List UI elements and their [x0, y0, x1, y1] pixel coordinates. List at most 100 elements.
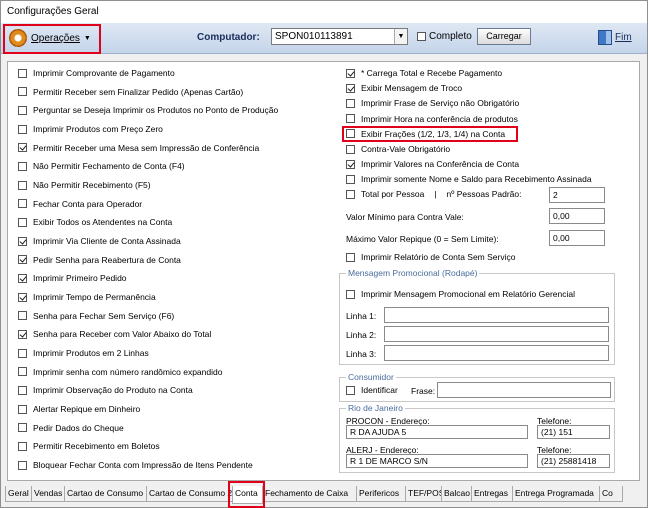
- option-pedir-senha-para-reabertura-de-conta[interactable]: Pedir Senha para Reabertura de Conta: [18, 255, 181, 265]
- option-imprimir-produtos-com-preco-zero[interactable]: Imprimir Produtos com Preço Zero: [18, 124, 163, 134]
- valor-minimo-input[interactable]: 0,00: [549, 208, 605, 224]
- tab-entregas[interactable]: Entregas: [471, 486, 513, 502]
- procon-input[interactable]: R DA AJUDA 5: [346, 425, 528, 439]
- option-permitir-receber-uma-mesa-sem-impressao-de-conferencia[interactable]: Permitir Receber uma Mesa sem Impressão …: [18, 143, 259, 153]
- checkbox[interactable]: [18, 217, 27, 227]
- option-imprimir-hora-na-conferencia-de-produtos[interactable]: Imprimir Hora na conferência de produtos: [346, 114, 518, 124]
- tab-co[interactable]: Co: [599, 486, 623, 502]
- option-senha-para-fechar-sem-servico-f6[interactable]: Senha para Fechar Sem Serviço (F6): [18, 311, 174, 321]
- checkbox[interactable]: [346, 68, 355, 78]
- tab-cartao-de-consumo[interactable]: Cartao de Consumo: [64, 486, 147, 502]
- fim-button[interactable]: Fim: [598, 30, 632, 45]
- window-title: Configurações Geral: [7, 6, 99, 17]
- tab-balcao[interactable]: Balcao: [441, 486, 472, 502]
- option-label: Imprimir Tempo de Permanência: [33, 292, 156, 303]
- checkbox[interactable]: [346, 83, 355, 93]
- checkbox[interactable]: [18, 143, 27, 153]
- checkbox[interactable]: [18, 87, 27, 97]
- checkbox[interactable]: [346, 174, 355, 184]
- option-permitir-receber-sem-finalizar-pedido-apenas-cartao[interactable]: Permitir Receber sem Finalizar Pedido (A…: [18, 87, 243, 97]
- separator: |: [434, 189, 437, 199]
- option-contra-vale-obrigatorio[interactable]: Contra-Vale Obrigatório: [346, 144, 450, 154]
- option-imprimir-produtos-em-2-linhas[interactable]: Imprimir Produtos em 2 Linhas: [18, 348, 149, 358]
- checkbox[interactable]: [18, 441, 27, 451]
- checkbox[interactable]: [346, 144, 355, 154]
- option-permitir-recebimento-em-boletos[interactable]: Permitir Recebimento em Boletos: [18, 441, 160, 451]
- checkbox[interactable]: [346, 98, 355, 108]
- checkbox[interactable]: [18, 161, 27, 171]
- checkbox[interactable]: [18, 404, 27, 414]
- checkbox[interactable]: [18, 329, 27, 339]
- checkbox[interactable]: [18, 124, 27, 134]
- checkbox[interactable]: [346, 114, 355, 124]
- checkbox[interactable]: [18, 292, 27, 302]
- tab-fechamento-de-caixa[interactable]: Fechamento de Caixa: [262, 486, 357, 502]
- tab-cartao-de-consumo-2[interactable]: Cartao de Consumo 2: [146, 486, 233, 502]
- relatorio-sem-servico-checkbox[interactable]: [346, 252, 355, 262]
- checkbox[interactable]: [18, 460, 27, 470]
- checkbox[interactable]: [18, 385, 27, 395]
- option-imprimir-observacao-do-produto-na-conta[interactable]: Imprimir Observação do Produto na Conta: [18, 385, 193, 395]
- option-nao-permitir-fechamento-de-conta-f4[interactable]: Não Permitir Fechamento de Conta (F4): [18, 161, 185, 171]
- identificar-checkbox[interactable]: [346, 385, 355, 395]
- option-label: Bloquear Fechar Conta com Impressão de I…: [33, 460, 253, 471]
- frase-input[interactable]: [437, 382, 611, 398]
- option-bloquear-fechar-conta-com-impressao-de-itens-pendente[interactable]: Bloquear Fechar Conta com Impressão de I…: [18, 460, 253, 470]
- checkbox[interactable]: [18, 255, 27, 265]
- linha3-input[interactable]: [384, 345, 609, 361]
- identificar-option[interactable]: Identificar: [346, 385, 398, 395]
- option-label: Alertar Repique em Dinheiro: [33, 404, 141, 415]
- linha2-input[interactable]: [384, 326, 609, 342]
- tab-vendas[interactable]: Vendas: [31, 486, 65, 502]
- option-imprimir-frase-de-servico-nao-obrigatorio[interactable]: Imprimir Frase de Serviço não Obrigatóri…: [346, 98, 519, 108]
- option-imprimir-via-cliente-de-conta-assinada[interactable]: Imprimir Via Cliente de Conta Assinada: [18, 236, 181, 246]
- completo-box[interactable]: [417, 32, 426, 41]
- checkbox[interactable]: [18, 367, 27, 377]
- alerj-telefone-input[interactable]: (21) 25881418: [537, 454, 610, 468]
- checkbox[interactable]: [18, 423, 27, 433]
- option-carrega-total-e-recebe-pagamento[interactable]: * Carrega Total e Recebe Pagamento: [346, 68, 502, 78]
- checkbox[interactable]: [18, 273, 27, 283]
- option-imprimir-somente-nome-e-saldo-para-recebimento-assinada[interactable]: Imprimir somente Nome e Saldo para Receb…: [346, 174, 592, 184]
- procon-telefone-input[interactable]: (21) 151: [537, 425, 610, 439]
- option-senha-para-receber-com-valor-abaixo-do-total[interactable]: Senha para Receber com Valor Abaixo do T…: [18, 329, 211, 339]
- chevron-down-icon[interactable]: ▼: [394, 29, 407, 44]
- option-pedir-dados-do-cheque[interactable]: Pedir Dados do Cheque: [18, 423, 124, 433]
- tab-entrega-programada[interactable]: Entrega Programada: [512, 486, 600, 502]
- option-imprimir-valores-na-conferencia-de-conta[interactable]: Imprimir Valores na Conferência de Conta: [346, 159, 519, 169]
- checkbox[interactable]: [18, 105, 27, 115]
- option-exibir-mensagem-de-troco[interactable]: Exibir Mensagem de Troco: [346, 83, 462, 93]
- completo-checkbox[interactable]: Completo: [417, 31, 472, 42]
- checkbox[interactable]: [18, 68, 27, 78]
- tab-perifericos[interactable]: Perifericos: [356, 486, 406, 502]
- option-imprimir-senha-com-numero-randomico-expandido[interactable]: Imprimir senha com número randômico expa…: [18, 367, 222, 377]
- option-imprimir-comprovante-de-pagamento[interactable]: Imprimir Comprovante de Pagamento: [18, 68, 175, 78]
- highlight-tab-conta: [228, 481, 265, 508]
- option-perguntar-se-deseja-imprimir-os-produtos-no-ponto-de-producao[interactable]: Perguntar se Deseja Imprimir os Produtos…: [18, 105, 278, 115]
- checkbox[interactable]: [18, 199, 27, 209]
- total-por-pessoa-checkbox[interactable]: [346, 189, 355, 199]
- option-imprimir-primeiro-pedido[interactable]: Imprimir Primeiro Pedido: [18, 273, 127, 283]
- tab-tef-pos[interactable]: TEF/POS: [405, 486, 444, 502]
- pessoas-padrao-input[interactable]: 2: [549, 187, 605, 203]
- total-por-pessoa-option[interactable]: Total por Pessoa | nº Pessoas Padrão:: [346, 189, 521, 199]
- option-exibir-todos-os-atendentes-na-conta[interactable]: Exibir Todos os Atendentes na Conta: [18, 217, 172, 227]
- mensagem-promocional-checkbox[interactable]: [346, 289, 355, 299]
- checkbox[interactable]: [18, 236, 27, 246]
- carregar-button[interactable]: Carregar: [477, 28, 531, 45]
- option-imprimir-tempo-de-permanencia[interactable]: Imprimir Tempo de Permanência: [18, 292, 156, 302]
- option-alertar-repique-em-dinheiro[interactable]: Alertar Repique em Dinheiro: [18, 404, 140, 414]
- checkbox[interactable]: [18, 180, 27, 190]
- mensagem-promocional-option[interactable]: Imprimir Mensagem Promocional em Relatór…: [346, 289, 575, 299]
- checkbox[interactable]: [346, 159, 355, 169]
- option-nao-permitir-recebimento-f5[interactable]: Não Permitir Recebimento (F5): [18, 180, 151, 190]
- tab-geral[interactable]: Geral: [5, 486, 32, 502]
- alerj-input[interactable]: R 1 DE MARCO S/N: [346, 454, 528, 468]
- relatorio-sem-servico-option[interactable]: Imprimir Relatório de Conta Sem Serviço: [346, 252, 515, 262]
- valor-repique-input[interactable]: 0,00: [549, 230, 605, 246]
- option-fechar-conta-para-operador[interactable]: Fechar Conta para Operador: [18, 199, 142, 209]
- checkbox[interactable]: [18, 311, 27, 321]
- checkbox[interactable]: [18, 348, 27, 358]
- linha1-input[interactable]: [384, 307, 609, 323]
- computador-select[interactable]: SPON010113891 ▼: [271, 28, 408, 45]
